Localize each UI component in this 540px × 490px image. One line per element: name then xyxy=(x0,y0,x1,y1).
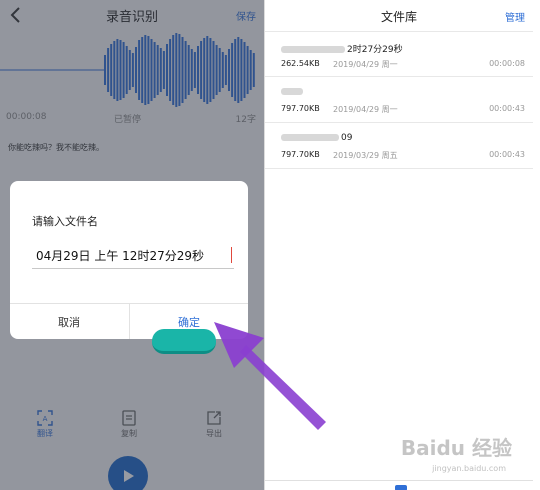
file-library-header: 文件库 管理 xyxy=(265,0,533,30)
dialog-title: 请输入文件名 xyxy=(32,215,98,228)
filename-input[interactable] xyxy=(32,243,234,269)
file-date: 2019/03/29 周五 xyxy=(333,151,398,160)
file-name-text: 2时27分29秒 xyxy=(347,45,403,55)
file-size: 797.70KB xyxy=(281,104,320,113)
cancel-button[interactable]: 取消 xyxy=(10,304,128,339)
file-list-item[interactable]: 797.70KB 2019/04/29 周一 00:00:43 xyxy=(265,77,533,123)
file-list-item[interactable]: 09 797.70KB 2019/03/29 周五 00:00:43 xyxy=(265,123,533,169)
file-duration: 00:00:43 xyxy=(489,150,525,159)
file-list-item[interactable]: 2时27分29秒 262.54KB 2019/04/29 周一 00:00:08 xyxy=(265,31,533,77)
blurred-text xyxy=(281,134,339,141)
watermark-url: jingyan.baidu.com xyxy=(432,464,506,473)
file-name: 2时27分29秒 xyxy=(281,42,403,55)
filename-dialog: 请输入文件名 取消 确定 xyxy=(10,181,248,339)
manage-button[interactable]: 管理 xyxy=(505,9,525,24)
file-date: 2019/04/29 周一 xyxy=(333,60,398,69)
blurred-text xyxy=(281,88,303,95)
file-library-screen: 文件库 管理 2时27分29秒 262.54KB 2019/04/29 周一 0… xyxy=(264,0,533,490)
file-name: 09 xyxy=(281,133,352,143)
file-duration: 00:00:08 xyxy=(489,59,525,68)
file-library-title: 文件库 xyxy=(380,10,417,24)
file-duration: 00:00:43 xyxy=(489,104,525,113)
blurred-text xyxy=(281,46,345,53)
screenshot-frame: 录音识别 保存 00:00:08 已暂停 12字 你能吃辣吗？我不能吃辣。 A … xyxy=(0,0,540,490)
file-size: 797.70KB xyxy=(281,150,320,159)
bottom-navigation xyxy=(265,480,533,490)
file-name xyxy=(281,87,305,97)
confirm-highlight-marker xyxy=(152,329,216,354)
recorder-screen: 录音识别 保存 00:00:08 已暂停 12字 你能吃辣吗？我不能吃辣。 A … xyxy=(0,0,264,490)
file-list: 2时27分29秒 262.54KB 2019/04/29 周一 00:00:08… xyxy=(265,31,533,169)
baidu-watermark: Baidu 经验 xyxy=(400,436,512,460)
file-name-text: 09 xyxy=(341,133,353,143)
nav-files-icon[interactable] xyxy=(395,485,407,490)
text-caret xyxy=(231,247,232,263)
file-date: 2019/04/29 周一 xyxy=(333,105,398,114)
file-size: 262.54KB xyxy=(281,59,320,68)
